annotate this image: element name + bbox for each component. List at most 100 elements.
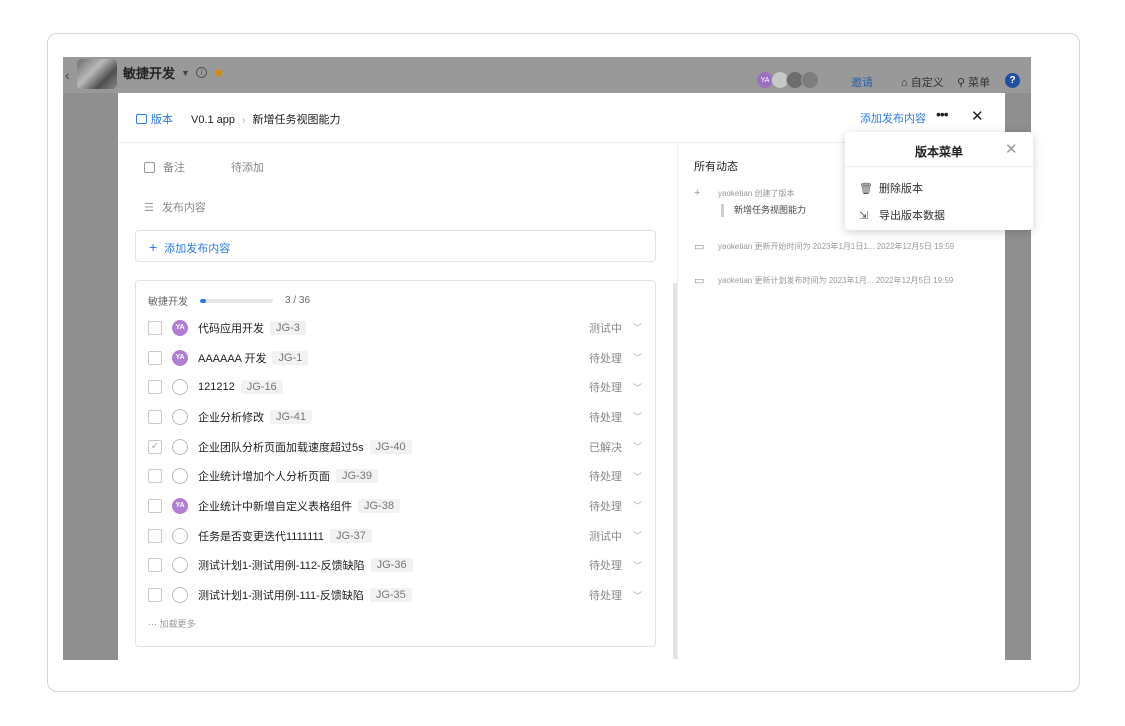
customize-label: 自定义 bbox=[910, 77, 944, 89]
item-title[interactable]: AAAAAA 开发 bbox=[198, 350, 266, 366]
list-item[interactable]: YA AAAAAA 开发 JG-1 待处理 ﹀ bbox=[148, 343, 648, 373]
item-status[interactable]: 已解决 bbox=[589, 439, 622, 455]
activity-entry: + yaoketian 创建了版本 bbox=[694, 187, 794, 199]
checkbox[interactable]: ✓ bbox=[148, 439, 162, 454]
list-item[interactable]: 企业分析修改 JG-41 待处理 ﹀ bbox=[148, 402, 648, 432]
checkbox[interactable] bbox=[148, 380, 162, 395]
chevron-down-icon[interactable]: ﹀ bbox=[633, 351, 642, 364]
breadcrumb: V0.1 app › 新增任务视图能力 bbox=[191, 111, 341, 127]
item-status[interactable]: 测试中 bbox=[589, 528, 622, 544]
list-item[interactable]: 企业统计增加个人分析页面 JG-39 待处理 ﹀ bbox=[148, 461, 648, 491]
publish-content-label: 发布内容 bbox=[161, 202, 206, 214]
project-cover-image bbox=[77, 59, 117, 89]
item-code: JG-38 bbox=[358, 498, 400, 513]
user-icon bbox=[172, 527, 188, 544]
chevron-down-icon[interactable]: ﹀ bbox=[633, 321, 642, 334]
activity-tag[interactable]: 新增任务视图能力 bbox=[721, 204, 806, 217]
item-status[interactable]: 待处理 bbox=[589, 379, 622, 395]
item-title[interactable]: 测试计划1-测试用例-111-反馈缺陷 bbox=[198, 587, 364, 603]
item-title[interactable]: 企业统计增加个人分析页面 bbox=[198, 468, 330, 484]
chevron-down-icon[interactable]: ﹀ bbox=[633, 559, 642, 572]
item-code: JG-1 bbox=[272, 350, 309, 365]
list-item[interactable]: 测试计划1-测试用例-111-反馈缺陷 JG-35 待处理 ﹀ bbox=[148, 580, 648, 610]
breadcrumb-version-type[interactable]: 版本 bbox=[136, 111, 173, 127]
item-title[interactable]: 企业团队分析页面加载速度超过5s bbox=[198, 439, 364, 455]
invite-link[interactable]: 邀请 bbox=[851, 74, 873, 90]
list-item[interactable]: 任务是否变更迭代1111111 JG-37 测试中 ﹀ bbox=[148, 521, 648, 551]
chevron-down-icon[interactable]: ﹀ bbox=[633, 440, 642, 453]
delete-version-label: 删除版本 bbox=[879, 183, 923, 195]
group-header: 敏捷开发 3 / 36 bbox=[148, 293, 310, 308]
progress-bar bbox=[200, 298, 273, 303]
item-status[interactable]: 待处理 bbox=[589, 587, 622, 603]
chevron-down-icon[interactable]: ﹀ bbox=[633, 499, 642, 512]
checkbox[interactable] bbox=[148, 409, 162, 424]
back-chevron-icon[interactable]: ‹ bbox=[65, 67, 70, 83]
close-icon[interactable]: ✕ bbox=[971, 107, 984, 125]
trash-icon: 🗑 bbox=[859, 182, 873, 195]
list-item[interactable]: YA 企业统计中新增自定义表格组件 JG-38 待处理 ﹀ bbox=[148, 491, 648, 521]
member-avatars[interactable]: YA bbox=[756, 71, 819, 89]
chevron-down-icon[interactable]: ▼ bbox=[181, 68, 190, 78]
item-title[interactable]: 代码应用开发 bbox=[198, 320, 264, 336]
item-status[interactable]: 待处理 bbox=[589, 350, 622, 366]
checkbox[interactable] bbox=[148, 320, 162, 335]
note-value[interactable]: 待添加 bbox=[231, 159, 264, 175]
item-title[interactable]: 企业分析修改 bbox=[198, 409, 264, 425]
project-title[interactable]: 敏捷开发 ▼ i ★ bbox=[123, 63, 225, 82]
add-publish-content-link[interactable]: 添加发布内容 bbox=[860, 110, 926, 126]
item-status[interactable]: 待处理 bbox=[589, 468, 622, 484]
list-item[interactable]: ✓ 企业团队分析页面加载速度超过5s JG-40 已解决 ﹀ bbox=[148, 432, 648, 462]
star-icon[interactable]: ★ bbox=[213, 65, 225, 81]
item-status[interactable]: 待处理 bbox=[589, 557, 622, 573]
project-name: 敏捷开发 bbox=[123, 66, 176, 81]
info-icon[interactable]: i bbox=[195, 67, 207, 78]
item-status[interactable]: 待处理 bbox=[589, 498, 622, 514]
plus-icon: + bbox=[694, 187, 701, 199]
checkbox[interactable] bbox=[148, 588, 162, 603]
list-item[interactable]: 121212 JG-16 待处理 ﹀ bbox=[148, 372, 648, 402]
plus-icon: + bbox=[149, 239, 158, 255]
chevron-down-icon[interactable]: ﹀ bbox=[633, 410, 642, 423]
delete-version-item[interactable]: 🗑 删除版本 bbox=[859, 180, 923, 196]
item-title[interactable]: 测试计划1-测试用例-112-反馈缺陷 bbox=[198, 557, 365, 573]
checkbox[interactable] bbox=[148, 498, 162, 513]
item-status[interactable]: 待处理 bbox=[589, 409, 622, 425]
more-icon[interactable]: ••• bbox=[936, 106, 949, 122]
customize-button[interactable]: ⌂ 自定义 bbox=[901, 74, 944, 90]
checkbox[interactable] bbox=[148, 558, 162, 573]
item-title[interactable]: 121212 bbox=[198, 381, 235, 393]
help-icon[interactable]: ? bbox=[1005, 73, 1020, 88]
menu-button[interactable]: ⚲ 菜单 bbox=[957, 74, 990, 90]
item-title[interactable]: 企业统计中新增自定义表格组件 bbox=[198, 498, 352, 514]
export-version-item[interactable]: ⇲ 导出版本数据 bbox=[859, 207, 945, 223]
item-list: YA 代码应用开发 JG-3 测试中 ﹀ YA AAAAAA 开发 JG-1 待处理 ﹀ 12121… bbox=[148, 313, 648, 610]
breadcrumb-version[interactable]: V0.1 app bbox=[191, 114, 235, 126]
breadcrumb-type-label: 版本 bbox=[151, 114, 173, 126]
group-name: 敏捷开发 bbox=[148, 297, 188, 308]
checkbox[interactable] bbox=[148, 528, 162, 543]
add-content-button[interactable]: + 添加发布内容 bbox=[135, 230, 656, 262]
version-menu-popup: 版本菜单 ✕ 🗑 删除版本 ⇲ 导出版本数据 bbox=[845, 132, 1033, 230]
chevron-down-icon[interactable]: ﹀ bbox=[633, 529, 642, 542]
user-icon bbox=[172, 587, 188, 604]
checkbox[interactable] bbox=[148, 469, 162, 484]
item-code: JG-16 bbox=[240, 380, 283, 395]
load-more-link[interactable]: ··· 加载更多 bbox=[148, 617, 196, 630]
chevron-down-icon[interactable]: ﹀ bbox=[633, 470, 642, 483]
item-status[interactable]: 测试中 bbox=[589, 320, 622, 336]
item-title[interactable]: 任务是否变更迭代1111111 bbox=[198, 528, 324, 544]
chevron-down-icon[interactable]: ﹀ bbox=[633, 381, 642, 394]
activity-text: yaoketian 创建了版本 bbox=[718, 188, 795, 198]
list-item[interactable]: YA 代码应用开发 JG-3 测试中 ﹀ bbox=[148, 313, 648, 343]
note-label: 备注 bbox=[163, 162, 185, 174]
checkbox[interactable] bbox=[148, 350, 162, 365]
close-icon[interactable]: ✕ bbox=[1005, 140, 1018, 158]
publish-content-row: ☰ 发布内容 bbox=[144, 199, 206, 215]
divider bbox=[845, 166, 1033, 167]
note-row: 备注 待添加 bbox=[144, 159, 264, 175]
chevron-right-icon: › bbox=[242, 115, 246, 126]
work-item-list: 敏捷开发 3 / 36 YA 代码应用开发 JG-3 测试中 ﹀ YA AAAAAA 开发 J… bbox=[135, 280, 656, 647]
chevron-down-icon[interactable]: ﹀ bbox=[633, 589, 642, 602]
list-item[interactable]: 测试计划1-测试用例-112-反馈缺陷 JG-36 待处理 ﹀ bbox=[148, 551, 648, 581]
